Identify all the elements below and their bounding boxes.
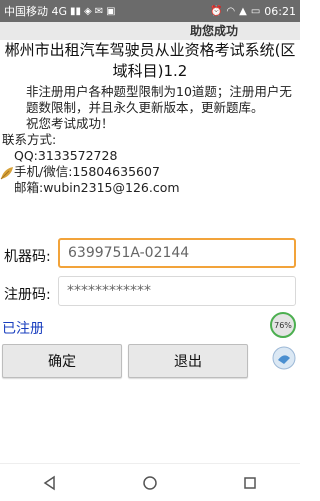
- back-button[interactable]: [38, 471, 62, 495]
- contact-qq: QQ:3133572728: [14, 148, 118, 163]
- recents-icon: [244, 476, 256, 489]
- mail-icon: ✉: [94, 5, 104, 17]
- exit-button[interactable]: 退出: [128, 344, 248, 378]
- confirm-button[interactable]: 确定: [2, 344, 122, 378]
- reg-code-label: 注册码:: [4, 287, 51, 303]
- window-title: 助您成功: [190, 24, 239, 38]
- status-left: 中国移动 4G ▮▮ ◈ ✉ ▣: [4, 3, 116, 19]
- recents-button[interactable]: [238, 471, 262, 495]
- wish-text: 祝您考试成功！: [26, 116, 114, 131]
- info-section: 非注册用户各种题型限制为10道题；注册用户无题数限制，并且永久更新版本，更新题库…: [2, 84, 296, 196]
- back-icon: [43, 475, 55, 490]
- machine-code-field[interactable]: 6399751A-02144: [58, 238, 296, 268]
- app-title: 郴州市出租汽车驾驶员从业资格考试系统(区域科目)1.2: [4, 41, 296, 80]
- notice-text: 非注册用户各种题型限制为10道题；注册用户无题数限制，并且永久更新版本，更新题库…: [26, 84, 292, 115]
- home-button[interactable]: [138, 471, 162, 495]
- clock: 06:21: [264, 4, 296, 18]
- battery-icon: ▭: [250, 5, 261, 17]
- shield-icon: ◈: [84, 5, 92, 17]
- image-icon: ▣: [106, 5, 116, 17]
- contact-heading: 联系方式:: [2, 132, 57, 147]
- wifi-icon: ◠: [226, 5, 236, 17]
- status-right: ⏰ ◠ ▲ ▭ 06:21: [210, 5, 296, 18]
- floating-tool-icon[interactable]: [272, 346, 296, 370]
- contact-email: 邮箱:wubin2315@126.com: [14, 180, 180, 195]
- signal-strength-icon: ▲: [239, 5, 247, 17]
- registration-status: 已注册: [2, 321, 44, 337]
- nav-bar: [0, 463, 300, 501]
- contact-block: QQ:3133572728 手机/微信:15804635607 邮箱:wubin…: [2, 148, 296, 196]
- home-icon: [143, 475, 157, 490]
- contact-phone: 手机/微信:15804635607: [14, 164, 160, 179]
- signal-icon: ▮▮: [70, 5, 82, 17]
- carrier-label: 中国移动 4G: [4, 5, 68, 18]
- alarm-icon: ⏰: [209, 5, 223, 17]
- progress-badge[interactable]: 76%: [270, 312, 296, 338]
- machine-code-label: 机器码:: [4, 249, 51, 265]
- reg-code-field[interactable]: ************: [58, 276, 296, 306]
- window-title-bar: 助您成功: [0, 22, 300, 40]
- status-bar: 中国移动 4G ▮▮ ◈ ✉ ▣ ⏰ ◠ ▲ ▭ 06:21: [0, 0, 300, 22]
